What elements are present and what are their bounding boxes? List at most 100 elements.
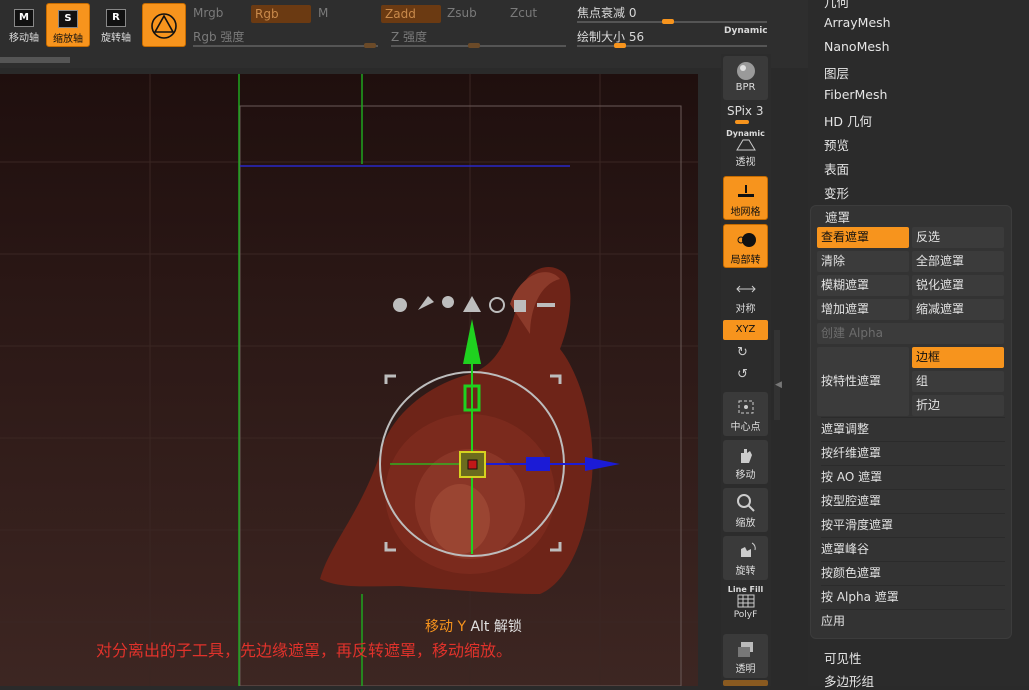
mask-by-feature-button[interactable]: 按特性遮罩 — [817, 347, 909, 416]
z-intensity-knob[interactable] — [468, 43, 480, 48]
masking-title[interactable]: 遮罩 — [825, 207, 850, 226]
sharpen-mask-button[interactable]: 锐化遮罩 — [912, 275, 1004, 296]
grow-mask-button[interactable]: 增加遮罩 — [817, 299, 909, 320]
move-view-button[interactable]: 移动 — [723, 440, 768, 484]
m-toggle[interactable]: M — [318, 6, 328, 20]
mask-by-smoothness-row[interactable]: 按平滑度遮罩 — [821, 513, 1005, 536]
panel-item-polygroups[interactable]: 多边形组 — [824, 671, 874, 690]
shrink-mask-button[interactable]: 缩减遮罩 — [912, 299, 1004, 320]
panel-divider[interactable] — [774, 330, 780, 420]
scene-graphic — [0, 74, 698, 686]
scale-axis-label: 缩放轴 — [53, 34, 83, 45]
linefill-label: PolyF — [733, 610, 758, 620]
view-mask-button[interactable]: 查看遮罩 — [817, 227, 909, 248]
mask-by-color-row[interactable]: 按颜色遮罩 — [821, 561, 1005, 584]
symmetry-button[interactable]: 对称 — [723, 274, 768, 318]
draw-size-slider[interactable] — [577, 45, 767, 47]
zadd-toggle[interactable]: Zadd — [381, 5, 441, 23]
symmetry-icon — [735, 285, 756, 293]
rotate-ccw-icon[interactable]: ↺ — [737, 367, 748, 382]
spix-label: SPix 3 — [727, 104, 764, 118]
transparent-icon — [737, 642, 753, 657]
panel-item-surface[interactable]: 表面 — [824, 159, 849, 178]
local-label: 局部转 — [730, 255, 761, 266]
move-view-label: 移动 — [735, 470, 756, 481]
panel-item-hd-geometry[interactable]: HD 几何 — [824, 111, 872, 130]
feature-groups-toggle[interactable]: 组 — [912, 371, 1004, 392]
rotate-view-icon — [740, 542, 756, 557]
rgb-toggle[interactable]: Rgb — [251, 5, 311, 23]
z-intensity-label: Z 强度 — [391, 30, 428, 44]
rotate-cw-icon[interactable]: ↻ — [737, 345, 748, 360]
rotate-axis-button[interactable]: R 旋转轴 — [94, 3, 138, 47]
panel-item-visibility[interactable]: 可见性 — [824, 648, 862, 667]
panel-item-fibermesh[interactable]: FiberMesh — [824, 87, 887, 102]
panel-item-layers[interactable]: 图层 — [824, 63, 849, 82]
floor-grid-button[interactable]: 地网格 — [723, 176, 768, 220]
mask-all-button[interactable]: 全部遮罩 — [912, 251, 1004, 272]
toolbar-scrollbar[interactable] — [0, 57, 70, 63]
inverse-mask-button[interactable]: 反选 — [912, 227, 1004, 248]
bpr-button[interactable]: BPR — [723, 56, 768, 100]
gizmo-hint: Alt 解锁 — [470, 619, 522, 635]
clear-mask-button[interactable]: 清除 — [817, 251, 909, 272]
perspective-icon — [735, 139, 756, 151]
rgb-intensity-slider[interactable] — [193, 45, 378, 47]
mask-adjust-row[interactable]: 遮罩调整 — [821, 417, 1005, 440]
dynamic-toggle[interactable]: Dynamic — [724, 26, 768, 36]
mrgb-toggle[interactable]: Mrgb — [193, 6, 223, 20]
draw-size-knob[interactable] — [614, 43, 626, 48]
mask-by-cavity-row[interactable]: 按型腔遮罩 — [821, 489, 1005, 512]
blur-mask-button[interactable]: 模糊遮罩 — [817, 275, 909, 296]
rotate-view-button[interactable]: 旋转 — [723, 536, 768, 580]
mask-by-fibers-row[interactable]: 按纤维遮罩 — [821, 441, 1005, 464]
create-alpha-button[interactable]: 创建 Alpha — [817, 323, 1004, 344]
mask-apply-row[interactable]: 应用 — [821, 609, 1005, 632]
right-shelf: BPR SPix 3 Dynamic 透视 地网格 局部转 对称 XYZ ↻ ↺… — [721, 54, 771, 686]
move-axis-button[interactable]: M 移动轴 — [2, 3, 46, 47]
rgb-intensity-knob[interactable] — [364, 43, 376, 48]
panel-item-nanomesh[interactable]: NanoMesh — [824, 39, 890, 54]
transparent-button[interactable]: 透明 — [723, 634, 768, 678]
zsub-toggle[interactable]: Zsub — [447, 6, 477, 20]
local-icon — [737, 233, 756, 247]
local-button[interactable]: 局部转 — [723, 224, 768, 268]
linefill-button[interactable]: Line Fill PolyF — [723, 584, 768, 628]
xyz-button[interactable]: XYZ — [723, 320, 768, 340]
focal-shift-knob[interactable] — [662, 19, 674, 24]
canvas-viewport[interactable]: 移动 Y Alt 解锁 对分离出的子工具，先边缘遮罩，再反转遮罩，移动缩放。 — [0, 74, 698, 686]
rotate-icon: R — [106, 9, 126, 27]
collapse-arrow-icon[interactable]: ◀ — [775, 380, 782, 390]
panel-item-preview[interactable]: 预览 — [824, 135, 849, 154]
polyframe-icon — [737, 594, 754, 608]
spix-slider[interactable] — [735, 120, 749, 124]
perspective-button[interactable]: Dynamic 透视 — [723, 128, 768, 172]
panel-item-arraymesh[interactable]: ArrayMesh — [824, 15, 891, 30]
rotate-view-label: 旋转 — [735, 566, 756, 577]
panel-item-deformation[interactable]: 变形 — [824, 183, 849, 202]
mask-by-ao-row[interactable]: 按 AO 遮罩 — [821, 465, 1005, 488]
mask-peaks-valleys-row[interactable]: 遮罩峰谷 — [821, 537, 1005, 560]
shelf-bottom-button[interactable] — [723, 680, 768, 686]
feature-border-toggle[interactable]: 边框 — [912, 347, 1004, 368]
transparent-label: 透明 — [735, 664, 756, 675]
sphere-icon — [736, 62, 755, 80]
feature-crease-toggle[interactable]: 折边 — [912, 395, 1004, 416]
gizmo-axis-label: 移动 Y — [425, 619, 467, 635]
zcut-toggle[interactable]: Zcut — [510, 6, 537, 20]
scale-icon: S — [58, 10, 78, 28]
masking-subpalette: 遮罩 查看遮罩 反选 清除 全部遮罩 模糊遮罩 锐化遮罩 增加遮罩 缩减遮罩 创… — [810, 205, 1012, 639]
panel-item-geometry[interactable]: 几何 — [824, 0, 849, 11]
scale-view-label: 缩放 — [735, 518, 756, 529]
gizmo-button[interactable] — [142, 3, 186, 47]
center-button[interactable]: 中心点 — [723, 392, 768, 436]
scale-axis-button[interactable]: S 缩放轴 — [46, 3, 90, 47]
perspective-label: 透视 — [735, 157, 756, 168]
floor-label: 地网格 — [730, 207, 761, 218]
mask-by-alpha-row[interactable]: 按 Alpha 遮罩 — [821, 585, 1005, 608]
rgb-intensity-label: Rgb 强度 — [193, 30, 245, 44]
floor-icon — [737, 185, 754, 197]
move-icon: M — [14, 9, 34, 27]
scale-view-button[interactable]: 缩放 — [723, 488, 768, 532]
rotate-axis-label: 旋转轴 — [101, 33, 131, 44]
